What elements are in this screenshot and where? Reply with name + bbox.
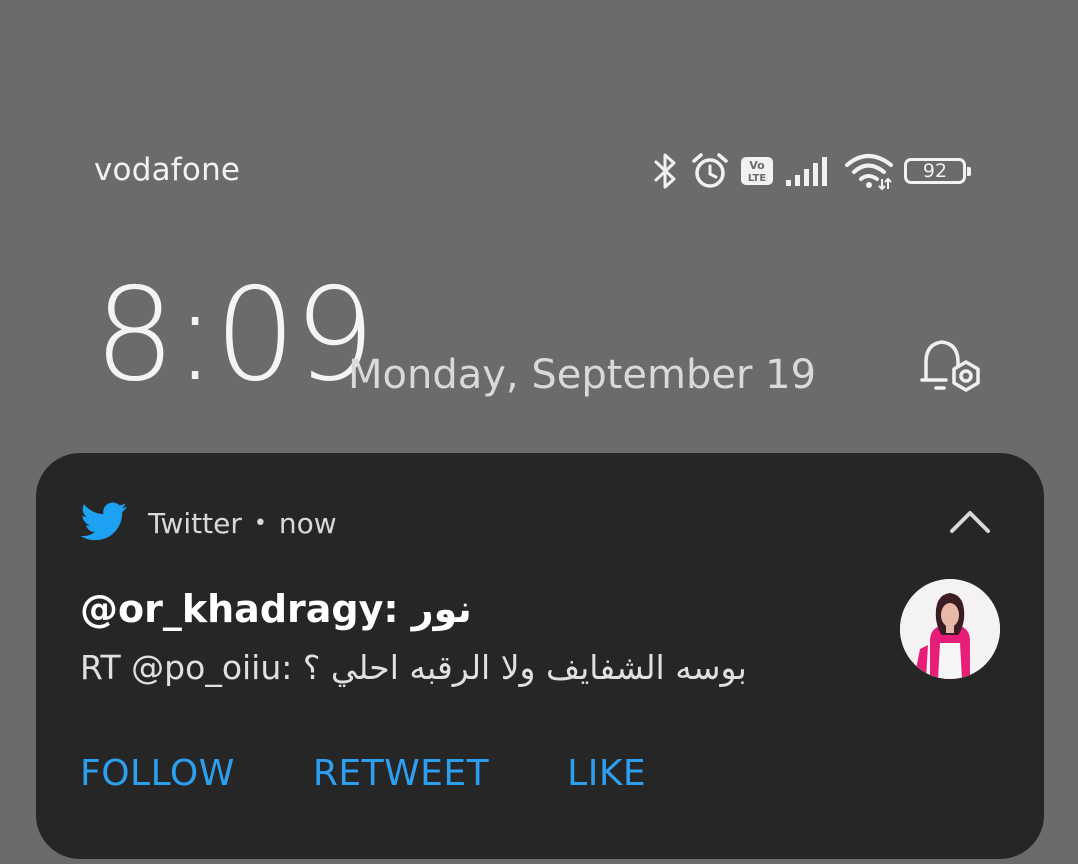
- lockscreen-clock: 8:09: [94, 261, 375, 410]
- carrier-name: vodafone: [94, 152, 241, 188]
- app-name: Twitter: [148, 506, 242, 540]
- volte-icon: Vo LTE: [740, 156, 774, 186]
- alarm-icon: [690, 151, 730, 191]
- collapse-chevron-icon[interactable]: [948, 505, 992, 539]
- twitter-bird-icon: [80, 502, 128, 541]
- status-icons: Vo LTE 92: [650, 148, 971, 194]
- wifi-icon: [844, 151, 894, 191]
- notification-body: RT @po_oiiu: بوسه الشفايف ولا الرقبه احل…: [80, 648, 747, 687]
- notification-time: now: [278, 506, 337, 540]
- retweet-button[interactable]: RETWEET: [313, 753, 489, 794]
- signal-icon: [784, 154, 834, 188]
- battery-percent: 92: [922, 159, 948, 182]
- bell-settings-icon[interactable]: [918, 334, 988, 400]
- svg-text:LTE: LTE: [748, 173, 767, 184]
- battery-icon: 92: [904, 158, 971, 184]
- lockscreen-date: Monday, September 19: [348, 352, 817, 398]
- notification-header: Twitter • now: [80, 501, 337, 545]
- twitter-notification[interactable]: Twitter • now @or_khadragy: نور RT @po_o…: [36, 453, 1044, 859]
- follow-button[interactable]: FOLLOW: [80, 753, 235, 794]
- header-separator: •: [253, 510, 267, 536]
- svg-text:Vo: Vo: [749, 159, 765, 172]
- bluetooth-icon: [650, 151, 680, 191]
- notification-actions: FOLLOW RETWEET LIKE: [80, 753, 646, 794]
- avatar: [900, 579, 1000, 679]
- like-button[interactable]: LIKE: [567, 753, 646, 794]
- notification-title: @or_khadragy: نور: [80, 587, 472, 631]
- lock-screen: vodafone Vo LTE 92 8:09 Monday, Septembe…: [0, 0, 1078, 864]
